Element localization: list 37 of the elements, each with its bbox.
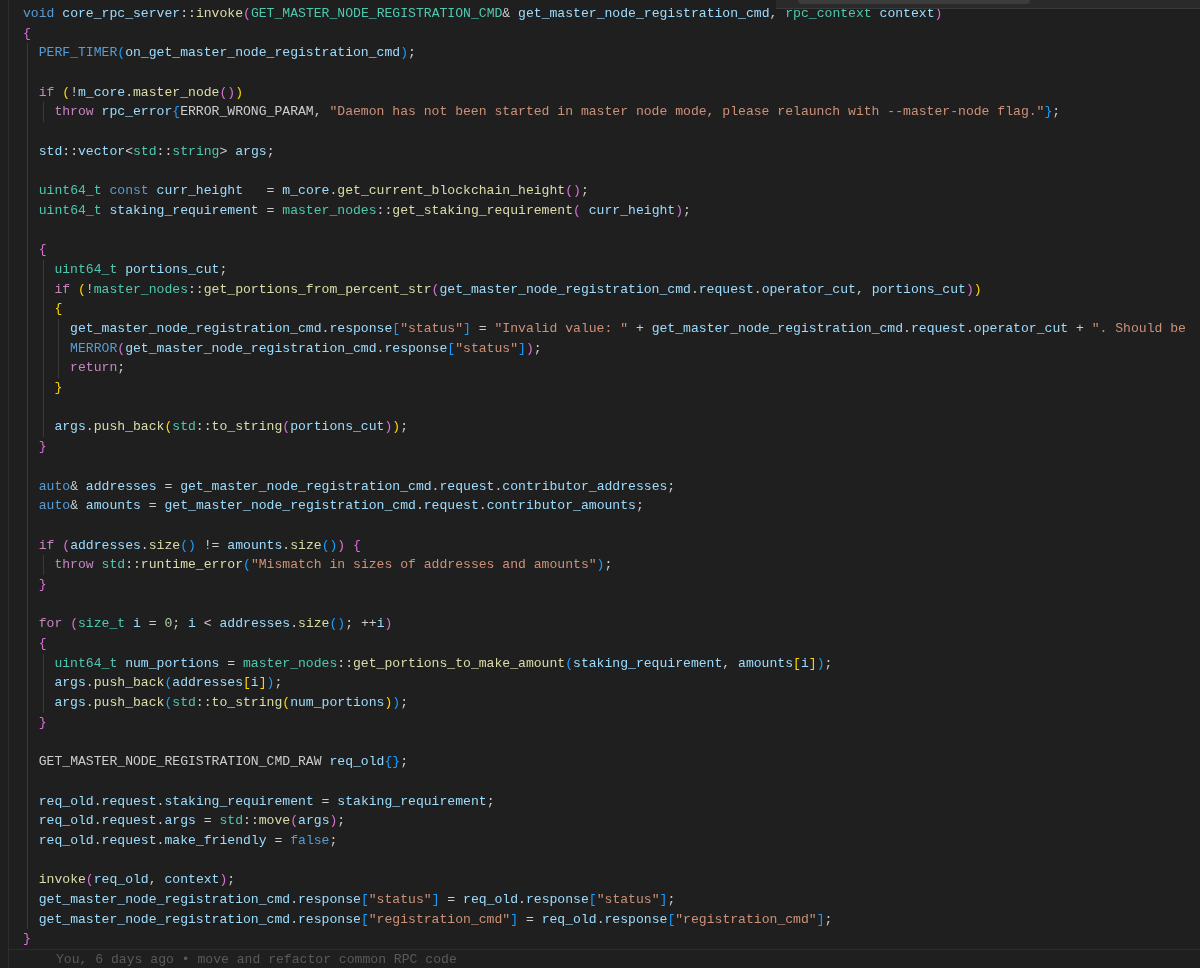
code-line: uint64_t const curr_height = m_core.get_current_blockchain_height(); [38,182,589,201]
code-line: auto& amounts = get_master_node_registration_cmd.request.contributor_amounts; [38,497,644,516]
code-line: uint64_t portions_cut; [54,260,228,279]
code-line: std::vector<std::string> args; [38,142,275,161]
code-line: GET_MASTER_NODE_REGISTRATION_CMD_RAW req_old{}; [38,753,409,772]
code-line: req_old.request.staking_requirement = staking_requirement; [38,792,495,811]
blame-annotation: You, 6 days ago • move and refactor common RPC code [56,951,457,968]
code-line: req_old.request.args = std::move(args); [38,812,346,831]
code-line: uint64_t staking_requirement = master_nodes::get_staking_requirement( curr_height); [38,201,691,220]
code-line: return; [70,359,126,378]
code-line: uint64_t num_portions = master_nodes::get_portions_to_make_amount(staking_requirement, amounts[i]); [54,654,833,673]
code-line: } [38,575,47,594]
code-line: { [54,300,63,319]
code-line: if (!m_core.master_node()) [38,83,244,102]
code-line: } [38,438,47,457]
code-line: { [38,635,47,653]
code-line: throw std::runtime_error("Mismatch in sizes of addresses and amounts"); [54,556,613,575]
code-line: PERF_TIMER(on_get_master_node_registration_cmd); [38,44,416,63]
code-line: req_old.request.make_friendly = false; [38,831,338,850]
code-line: throw rpc_error{ERROR_WRONG_PARAM, "Daemon has not been started in master node mode, please relaunch with --master-node flag."}; [54,103,1061,122]
code-line: auto& addresses = get_master_node_registration_cmd.request.contributor_addresses; [38,477,676,496]
code-line: get_master_node_registration_cmd.response["status"] = "Invalid value: " + get_master_node_registration_cmd.request.operator_cut + ". Should be [70,320,1186,338]
code-line: if (!master_nodes::get_portions_from_percent_str(get_master_node_registration_cmd.request.operator_cut, portions_cut)) [54,280,982,299]
code-line: } [38,713,47,732]
code-line: args.push_back(addresses[i]); [54,674,283,693]
code-line: if (addresses.size() != amounts.size()) { [38,536,361,555]
code-line: MERROR(get_master_node_registration_cmd.response["status"]); [70,339,542,358]
code-line: get_master_node_registration_cmd.response["registration_cmd"] = req_old.response["registration_cmd"]; [38,910,833,929]
code-line: { [23,24,31,43]
code-line: invoke(req_old, context); [38,871,236,890]
code-line: for (size_t i = 0; i < addresses.size(); ++i) [38,615,393,634]
code-line: get_master_node_registration_cmd.response["status"] = req_old.response["status"]; [38,890,676,909]
code-line: args.push_back(std::to_string(num_portions)); [54,694,409,713]
code-line: } [54,379,63,398]
code-line: { [38,241,47,260]
code-line: } [23,930,31,949]
code-line: args.push_back(std::to_string(portions_cut)); [54,418,409,437]
